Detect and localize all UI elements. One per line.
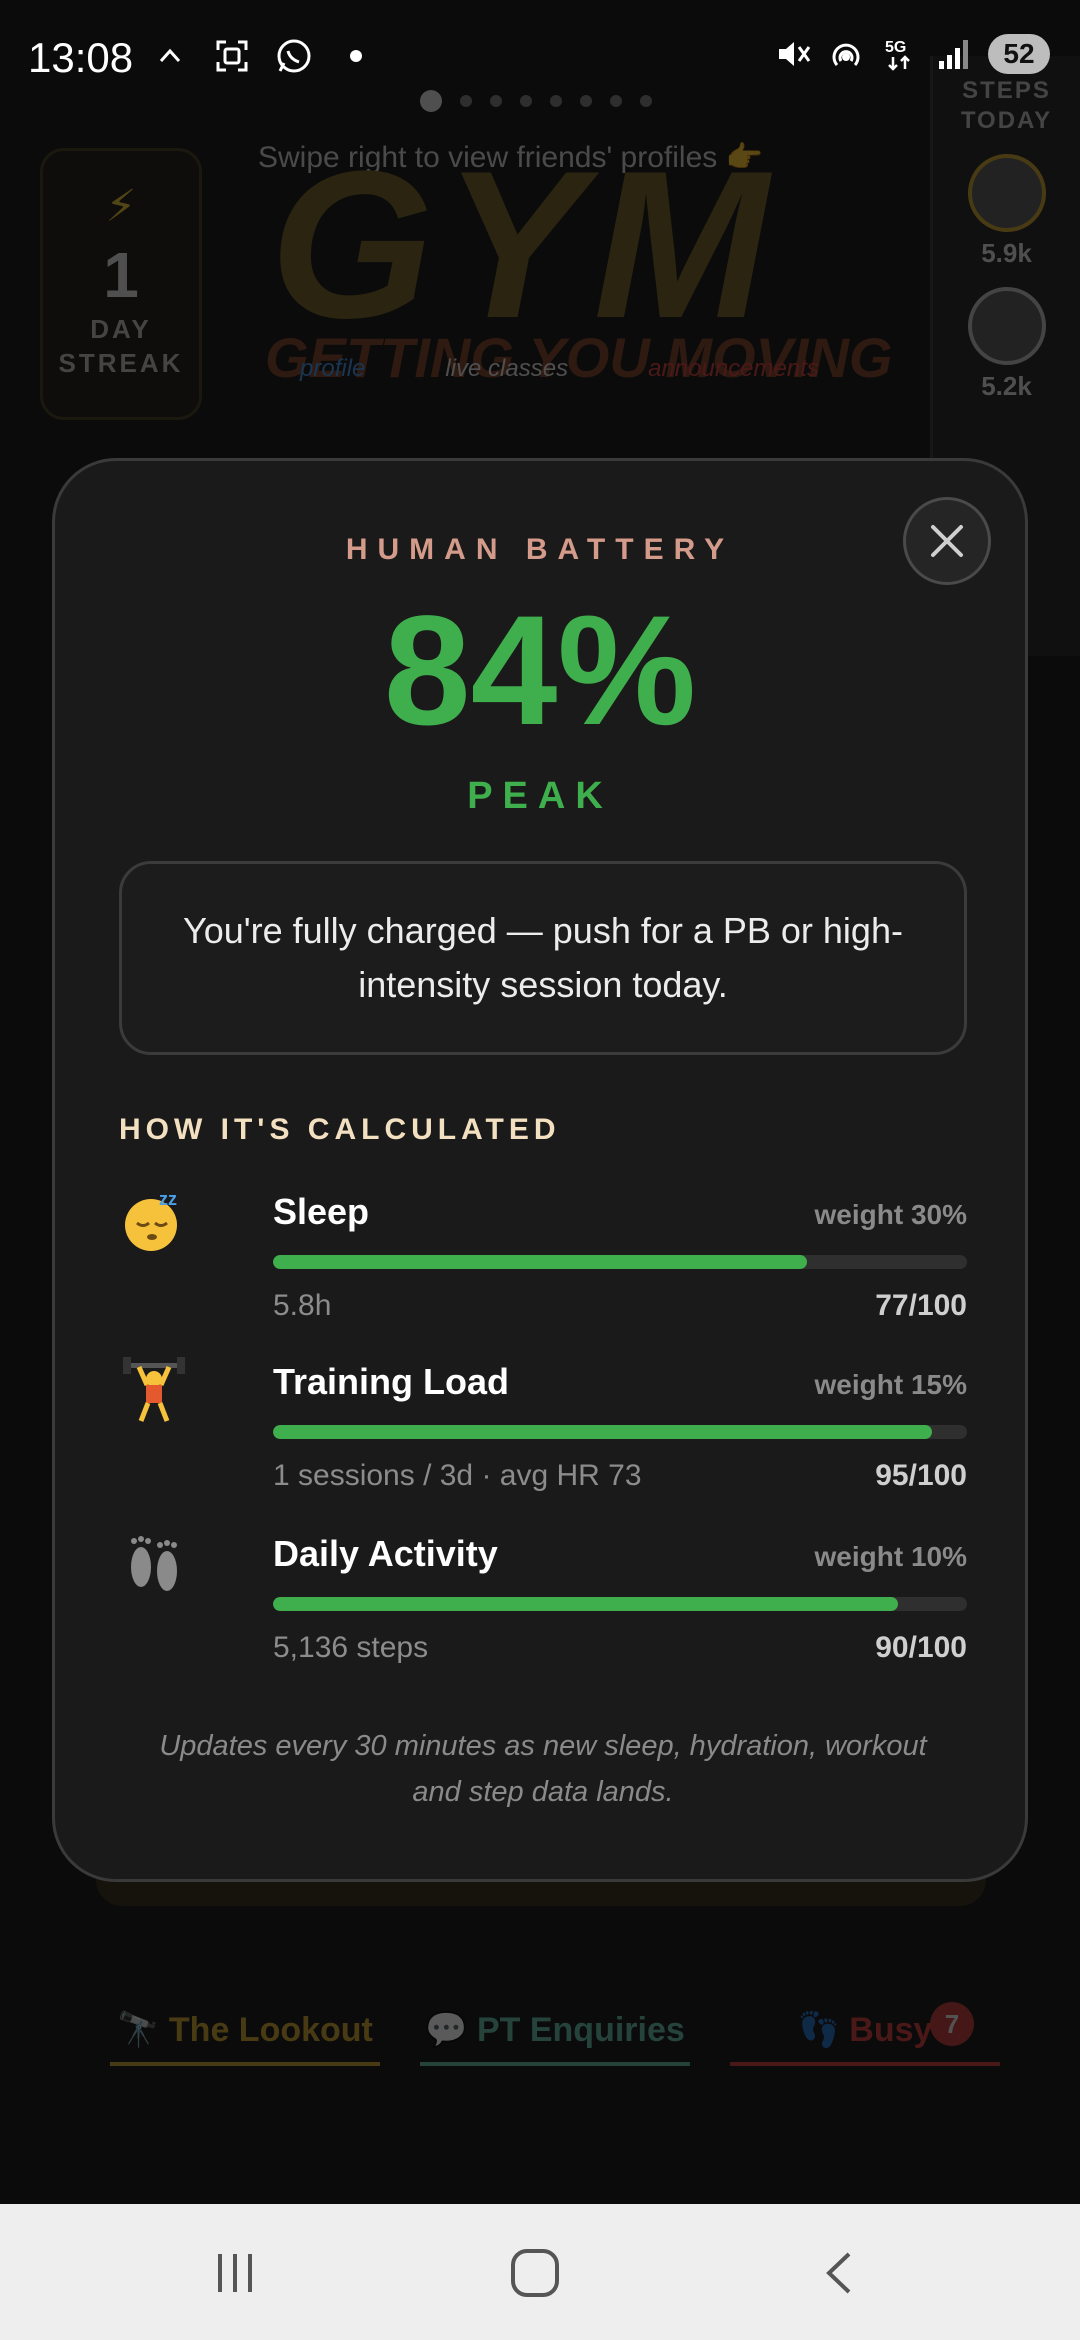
home-button[interactable] bbox=[490, 2238, 580, 2308]
factor-name: Daily Activity bbox=[273, 1533, 498, 1574]
status-bar: 13:08 5G 52 bbox=[0, 0, 1080, 120]
factor-progress-fill bbox=[273, 1255, 808, 1269]
tab-the-lookout[interactable]: 🔭 The Lookout bbox=[110, 2010, 380, 2066]
avatar[interactable] bbox=[967, 287, 1046, 365]
svg-text:zz: zz bbox=[159, 1189, 177, 1209]
factor-sleep: zz Sleep weight 30% 5.8h 77/100 bbox=[119, 1185, 967, 1325]
signal-icon bbox=[934, 34, 974, 74]
factor-weight: weight 15% bbox=[814, 1369, 967, 1400]
steps-value: 5.2k bbox=[981, 371, 1032, 401]
modal-eyebrow: HUMAN BATTERY bbox=[345, 533, 735, 566]
tab-live-classes[interactable]: live classes bbox=[445, 355, 568, 383]
system-nav-bar bbox=[0, 2204, 1080, 2340]
steps-value: 5.9k bbox=[981, 238, 1032, 268]
battery-indicator: 52 bbox=[988, 34, 1050, 74]
factor-progress-bar bbox=[273, 1255, 967, 1269]
avatar[interactable] bbox=[967, 154, 1046, 232]
hotspot-icon bbox=[826, 34, 866, 74]
factor-name: Training Load bbox=[273, 1361, 510, 1402]
screenshot-icon bbox=[212, 36, 252, 76]
bottom-tabs: 🔭 The Lookout 💬 PT Enquiries 👣 Busy bbox=[110, 2010, 1000, 2066]
tab-announcements[interactable]: announcements bbox=[648, 355, 819, 383]
tab-pt-enquiries[interactable]: 💬 PT Enquiries bbox=[420, 2010, 690, 2066]
streak-number: 1 bbox=[103, 239, 139, 311]
streak-label-2: STREAK bbox=[58, 348, 184, 378]
dot-icon bbox=[336, 36, 376, 76]
factor-score: 90/100 bbox=[875, 1631, 967, 1664]
caret-up-icon bbox=[150, 36, 190, 76]
factor-daily-activity: Daily Activity weight 10% 5,136 steps 90… bbox=[119, 1527, 967, 1667]
factor-score: 95/100 bbox=[875, 1459, 967, 1492]
factor-name: Sleep bbox=[273, 1191, 370, 1232]
weightlifter-icon bbox=[119, 1355, 189, 1425]
factor-progress-bar bbox=[273, 1597, 967, 1611]
recommendation-message: You're fully charged — push for a PB or … bbox=[119, 861, 967, 1055]
mute-icon bbox=[772, 34, 812, 74]
streak-card[interactable]: ⚡ 1 DAY STREAK bbox=[40, 148, 202, 420]
factor-detail: 5,136 steps bbox=[273, 1631, 429, 1664]
sleep-icon: zz bbox=[119, 1185, 189, 1255]
factor-weight: weight 30% bbox=[814, 1199, 967, 1230]
app-screen: 13:08 5G 52 Swipe right to view friends'… bbox=[0, 0, 1080, 2340]
factor-score: 77/100 bbox=[875, 1289, 967, 1322]
update-footnote: Updates every 30 minutes as new sleep, h… bbox=[159, 1730, 927, 1808]
status-time: 13:08 bbox=[28, 34, 134, 81]
battery-percent: 84% bbox=[383, 584, 697, 758]
gym-logo: GYM bbox=[270, 127, 779, 362]
factor-progress-bar bbox=[273, 1425, 967, 1439]
back-button[interactable] bbox=[795, 2238, 885, 2308]
factor-detail: 1 sessions / 3d · avg HR 73 bbox=[273, 1459, 642, 1492]
back-icon bbox=[826, 2252, 851, 2294]
whatsapp-icon bbox=[274, 36, 314, 76]
home-icon bbox=[511, 2249, 559, 2297]
notification-badge: 7 bbox=[930, 2002, 974, 2046]
factor-progress-fill bbox=[273, 1597, 898, 1611]
streak-label-1: DAY bbox=[90, 314, 152, 344]
section-title: HOW IT'S CALCULATED bbox=[119, 1113, 561, 1146]
factor-weight: weight 10% bbox=[814, 1541, 967, 1572]
footprints-icon bbox=[119, 1527, 189, 1597]
background-tabs: profile live classes announcements bbox=[300, 355, 819, 383]
tab-profile[interactable]: profile bbox=[300, 355, 365, 383]
5g-icon: 5G bbox=[880, 34, 920, 74]
bolt-icon: ⚡ bbox=[105, 182, 137, 231]
factor-detail: 5.8h bbox=[273, 1289, 332, 1322]
svg-text:5G: 5G bbox=[885, 39, 906, 56]
battery-status: PEAK bbox=[467, 775, 613, 817]
recents-button[interactable] bbox=[190, 2238, 280, 2308]
human-battery-modal: HUMAN BATTERY 84% PEAK You're fully char… bbox=[52, 458, 1028, 1882]
recents-icon bbox=[218, 2254, 252, 2292]
factor-progress-fill bbox=[273, 1425, 933, 1439]
factor-training-load: Training Load weight 15% 1 sessions / 3d… bbox=[119, 1355, 967, 1495]
